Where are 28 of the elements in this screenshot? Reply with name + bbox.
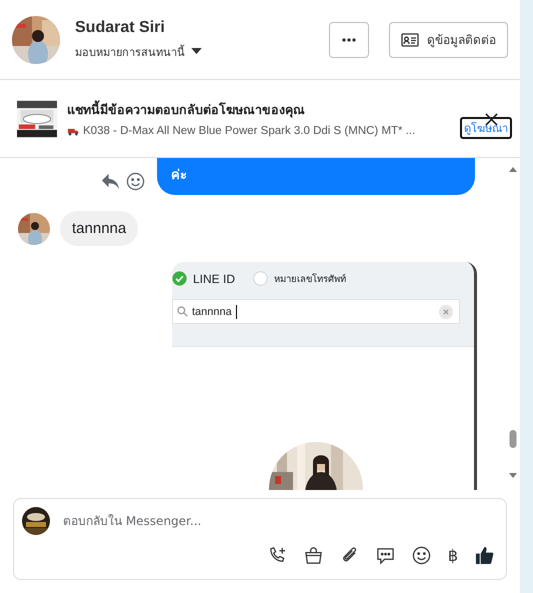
ad-banner-title: แชทนี้มีข้อความตอบกลับต่อโฆษณาของคุณ bbox=[67, 100, 306, 120]
payment-button[interactable]: ฿ bbox=[448, 546, 458, 565]
contact-card-icon[interactable] bbox=[401, 32, 419, 46]
more-icon[interactable] bbox=[342, 38, 356, 42]
clear-icon[interactable] bbox=[439, 304, 453, 318]
phone-add-icon[interactable] bbox=[268, 546, 287, 565]
radio-button[interactable] bbox=[253, 271, 268, 286]
option-label: หมายเลขโทรศัพท์ bbox=[274, 272, 346, 286]
emoji-icon[interactable] bbox=[412, 546, 431, 565]
caret-icon[interactable] bbox=[191, 48, 202, 55]
checked-radio[interactable] bbox=[172, 271, 187, 286]
view-ad-link[interactable]: ดูโฆษณา bbox=[460, 116, 512, 138]
assign-conversation-link[interactable]: มอบหมายการสนทนานี้ bbox=[75, 42, 185, 60]
chat-bubble-icon[interactable] bbox=[376, 546, 395, 565]
reply-icon[interactable] bbox=[101, 172, 120, 191]
search-icon bbox=[177, 306, 188, 317]
outgoing-message: ค่ะ bbox=[157, 158, 475, 195]
incoming-message: tannnna bbox=[60, 211, 138, 246]
search-field[interactable]: tannnna bbox=[172, 299, 460, 324]
ad-subtitle: K038 - D-Max All New Blue Power Spark 3.0 Ddi S (MNC) MT* ... bbox=[83, 125, 416, 137]
thumbs-up-icon[interactable] bbox=[475, 546, 494, 565]
shopping-bag-icon[interactable] bbox=[304, 546, 323, 565]
message-input[interactable]: ตอบกลับใน Messenger... bbox=[63, 514, 494, 528]
emoji-icon[interactable] bbox=[126, 172, 145, 191]
contact-info-button[interactable]: ดูข้อมูลติดต่อ bbox=[389, 22, 508, 58]
option-label: LINE ID bbox=[193, 272, 236, 286]
contact-name: Sudarat Siri bbox=[75, 18, 166, 36]
truck-icon bbox=[67, 126, 79, 136]
